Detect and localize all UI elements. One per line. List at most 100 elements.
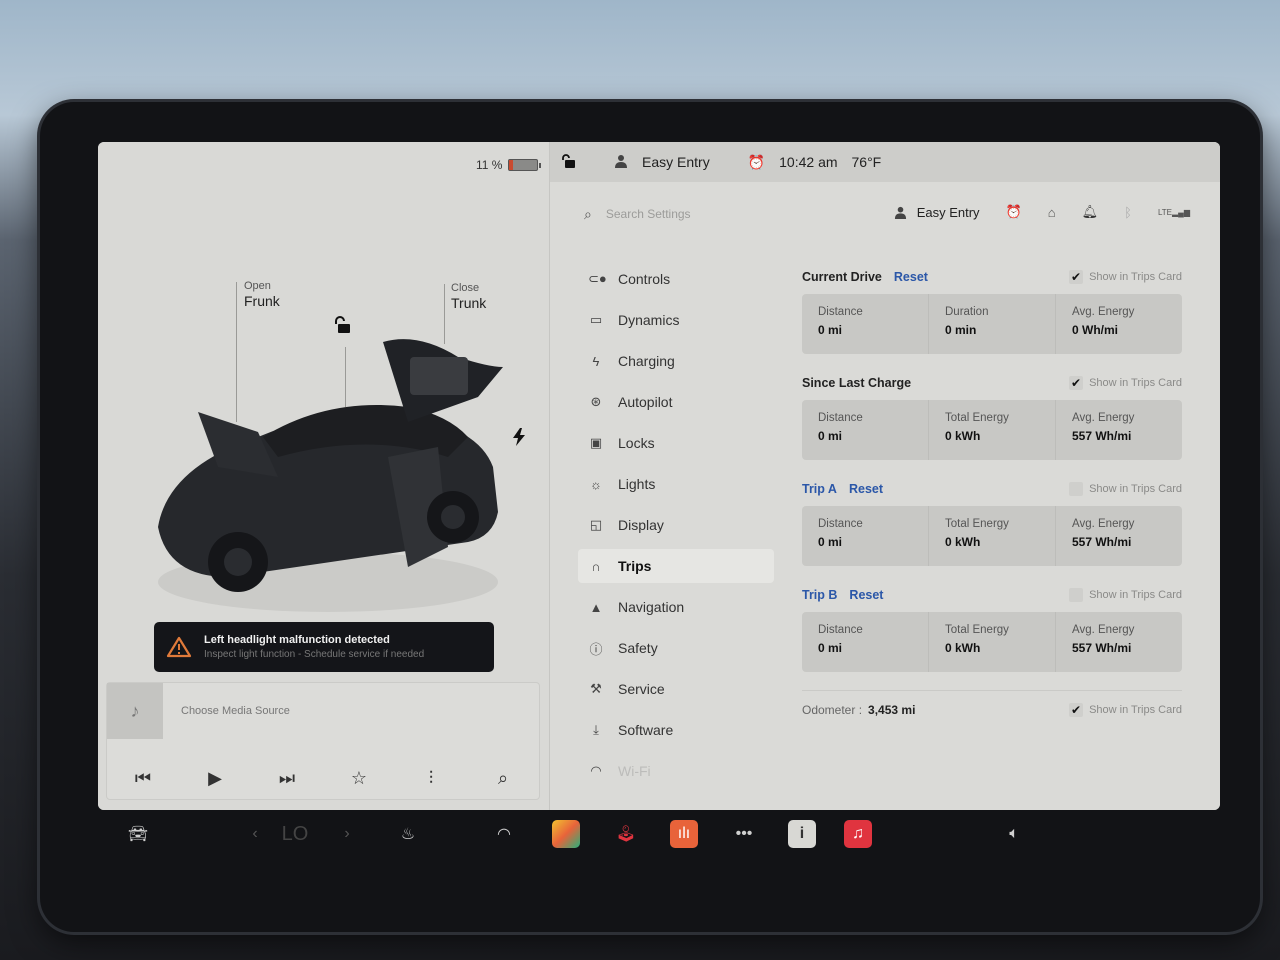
- defrost-icon[interactable]: ◠: [490, 820, 518, 848]
- toggle-icon: ⊂●: [588, 271, 607, 286]
- trip-stats: Distance 0 mi Total Energy 0 kWh Avg. Energy…: [802, 612, 1182, 672]
- odometer-row: Odometer : 3,453 mi ✔ Show in Trips Card: [802, 690, 1182, 717]
- show-in-trips-card-checkbox[interactable]: ✔ Show in Trips Card: [1069, 270, 1182, 284]
- stat-value: 0 kWh: [945, 429, 981, 443]
- stat-avg-energy: Avg. Energy 557 Wh/mi: [1056, 612, 1182, 672]
- show-in-trips-card-checkbox[interactable]: Show in Trips Card: [1069, 588, 1182, 602]
- temp-down-chevron-icon[interactable]: ‹: [240, 820, 270, 848]
- menu-item-service[interactable]: ⚒ Service: [578, 672, 774, 706]
- stat-label: Total Energy: [945, 624, 1009, 636]
- wifi-icon: ◠: [590, 763, 602, 778]
- stat-distance: Distance 0 mi: [802, 612, 929, 672]
- current-drive-section: Current Drive Reset ✔ Show in Trips Card …: [802, 266, 1182, 354]
- section-title: Trip A: [802, 482, 837, 496]
- play-icon[interactable]: ▶: [200, 768, 230, 789]
- menu-item-controls[interactable]: ⊂● Controls: [578, 262, 774, 296]
- stat-label: Avg. Energy: [1072, 412, 1135, 424]
- menu-item-autopilot[interactable]: ⊛ Autopilot: [578, 385, 774, 419]
- stat-label: Avg. Energy: [1072, 624, 1135, 636]
- seat-heater-icon[interactable]: ♨: [394, 820, 422, 848]
- car-icon[interactable]: 🚘︎: [124, 820, 152, 848]
- menu-item-wi-fi[interactable]: ◠ Wi-Fi: [578, 754, 774, 788]
- battery-fill: [509, 160, 513, 170]
- reset-trip-a-button[interactable]: Reset: [849, 482, 883, 496]
- volume-icon[interactable]: 🔈︎: [1000, 820, 1028, 848]
- temp-up-chevron-icon[interactable]: ›: [332, 820, 362, 848]
- stat-value: 557 Wh/mi: [1072, 535, 1132, 549]
- menu-item-software[interactable]: ⤓ Software: [578, 713, 774, 747]
- bottom-dock: 🚘︎ ‹ LO › ♨ ◠ 🕹︎ ılı ••• i ♫ 🔈︎: [110, 808, 1220, 878]
- wrench-icon: ⚒: [590, 681, 602, 696]
- menu-item-label: Service: [618, 681, 665, 697]
- stat-total-energy: Total Energy 0 kWh: [929, 400, 1056, 460]
- menu-item-label: Lights: [618, 476, 656, 492]
- frunk-button[interactable]: Open Frunk: [244, 280, 280, 309]
- bluetooth-icon[interactable]: ᛒ: [1124, 205, 1132, 220]
- cabin-temperature[interactable]: LO: [275, 820, 315, 848]
- stat-avg-energy: Avg. Energy 0 Wh/mi: [1056, 294, 1182, 354]
- stat-value: 0 mi: [818, 429, 843, 443]
- caraoke-app-icon[interactable]: ılı: [670, 820, 698, 848]
- clock-time: 10:42 am: [779, 154, 838, 170]
- stat-label: Total Energy: [945, 518, 1009, 530]
- alarm-icon[interactable]: ⏰: [1006, 204, 1022, 220]
- stat-distance: Distance 0 mi: [802, 506, 929, 566]
- notification-bell-icon[interactable]: 🔔︎: [1082, 204, 1099, 220]
- menu-item-display[interactable]: ◱ Display: [578, 508, 774, 542]
- frunk-label: Frunk: [244, 293, 280, 309]
- lock-status-icon[interactable]: [560, 153, 576, 172]
- toybox-icon[interactable]: [552, 820, 580, 848]
- choose-media-source[interactable]: Choose Media Source: [181, 705, 290, 717]
- stat-label: Distance: [818, 306, 863, 318]
- menu-item-dynamics[interactable]: ▭ Dynamics: [578, 303, 774, 337]
- search-settings-input[interactable]: [605, 207, 826, 221]
- stat-label: Distance: [818, 624, 863, 636]
- headlight-alert[interactable]: Left headlight malfunction detected Insp…: [154, 622, 494, 672]
- odometer-label: Odometer :: [802, 703, 863, 717]
- music-app-icon[interactable]: ♫: [844, 820, 872, 848]
- stat-label: Distance: [818, 518, 863, 530]
- arcade-joystick-icon[interactable]: 🕹︎: [612, 820, 640, 848]
- checkbox-icon: [1069, 588, 1084, 602]
- stat-label: Duration: [945, 306, 989, 318]
- previous-track-icon[interactable]: ⏮: [128, 768, 158, 789]
- stat-value: 0 mi: [818, 641, 843, 655]
- stat-label: Avg. Energy: [1072, 518, 1135, 530]
- charge-port-icon[interactable]: [512, 428, 526, 451]
- profile-button[interactable]: Easy Entry: [894, 205, 980, 220]
- show-in-trips-card-checkbox[interactable]: Show in Trips Card: [1069, 482, 1182, 496]
- menu-item-navigation[interactable]: ▲ Navigation: [578, 590, 774, 624]
- reset-trip-b-button[interactable]: Reset: [849, 588, 883, 602]
- stat-value: 0 mi: [818, 323, 843, 337]
- menu-item-trips[interactable]: ∩ Trips: [578, 549, 774, 583]
- odometer-value: 3,453 mi: [868, 703, 916, 717]
- section-title: Current Drive: [802, 270, 882, 284]
- menu-item-label: Safety: [618, 640, 658, 656]
- menu-item-charging[interactable]: ϟ Charging: [578, 344, 774, 378]
- trunk-callout-line: [444, 284, 445, 344]
- favorite-star-icon[interactable]: ☆: [344, 768, 374, 789]
- show-in-trips-card-checkbox[interactable]: ✔ Show in Trips Card: [1069, 376, 1182, 390]
- stat-value: 557 Wh/mi: [1072, 429, 1132, 443]
- safety-icon: ⓘ: [589, 641, 603, 657]
- menu-item-safety[interactable]: ⓘ Safety: [578, 631, 774, 665]
- lock-icon: ▣: [589, 435, 603, 450]
- profile-name[interactable]: Easy Entry: [642, 154, 710, 170]
- profile-icon: [614, 154, 628, 171]
- stat-label: Total Energy: [945, 412, 1009, 424]
- profile-icon: [894, 206, 906, 219]
- touchscreen: 11 % Open Frunk Close Trunk Left headlig…: [98, 142, 1220, 810]
- menu-item-label: Wi-Fi: [618, 763, 651, 779]
- reset-current-drive-button[interactable]: Reset: [894, 270, 928, 284]
- equalizer-icon[interactable]: ⫶: [416, 768, 446, 789]
- next-track-icon[interactable]: ⏭: [272, 768, 302, 789]
- homelink-garage-icon[interactable]: ⌂: [1048, 205, 1056, 220]
- menu-item-lights[interactable]: ☼ Lights: [578, 467, 774, 501]
- checkbox-icon: ✔: [1069, 703, 1084, 717]
- more-apps-icon[interactable]: •••: [730, 820, 758, 848]
- show-in-trips-card-checkbox[interactable]: ✔ Show in Trips Card: [1069, 703, 1182, 717]
- owners-manual-icon[interactable]: i: [788, 820, 816, 848]
- trunk-button[interactable]: Close Trunk: [451, 282, 486, 311]
- menu-item-locks[interactable]: ▣ Locks: [578, 426, 774, 460]
- media-search-icon[interactable]: ⌕: [488, 768, 518, 789]
